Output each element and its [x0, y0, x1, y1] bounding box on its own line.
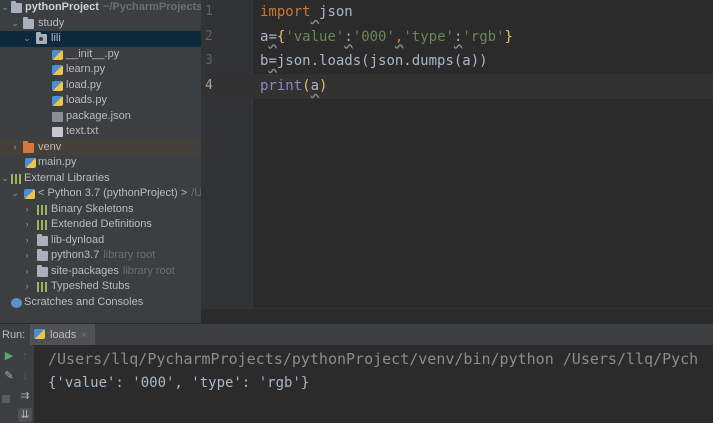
tree-item-label: < Python 3.7 (pythonProject) >/U [38, 187, 201, 199]
tree-item-venv[interactable]: › venv [0, 139, 201, 156]
scratches-icon [11, 297, 22, 308]
run-label: Run: [2, 329, 26, 341]
excluded-folder-icon [23, 140, 34, 153]
python-file-icon [52, 65, 63, 75]
tree-item-library[interactable]: › site-packages library root [0, 264, 201, 280]
tree-root-project[interactable]: ⌄ pythonProject~/PycharmProjects/p [0, 0, 201, 16]
tree-item-file[interactable]: __init__.py [0, 47, 201, 63]
rerun-icon[interactable]: ▶ [2, 349, 16, 363]
run-tab-loads[interactable]: loads × [30, 324, 96, 346]
tree-item-label: lili [51, 32, 61, 44]
json-file-icon [52, 111, 63, 122]
python-file-icon [34, 329, 45, 339]
python-sdk-icon [24, 189, 35, 199]
tree-item-python-sdk[interactable]: ⌄ < Python 3.7 (pythonProject) >/U [0, 186, 201, 202]
library-icon [37, 282, 47, 292]
tree-item-file[interactable]: learn.py [0, 62, 201, 78]
tree-item-file[interactable]: text.txt [0, 124, 201, 140]
tree-item-scratches[interactable]: Scratches and Consoles [0, 295, 201, 309]
tree-item-label: site-packages library root [51, 264, 175, 277]
wrench-icon[interactable]: ✎ [2, 369, 16, 383]
tree-item-file[interactable]: load.py [0, 78, 201, 94]
run-console[interactable]: /Users/llq/PycharmProjects/pythonProject… [34, 345, 713, 423]
line-number: 1 [205, 4, 213, 19]
tree-item-study[interactable]: ⌄ study [0, 16, 201, 32]
run-toolbar: Run: loads × [0, 323, 713, 346]
tree-item-label: pythonProject~/PycharmProjects/p [25, 1, 201, 13]
chevron-down-icon[interactable]: ⌄ [22, 31, 32, 47]
tree-footer [0, 308, 201, 323]
scroll-to-end-icon[interactable]: ⇊ [18, 408, 32, 422]
code-line-3[interactable]: b=json.loads(json.dumps(a)) [260, 49, 488, 74]
tree-item-main-py[interactable]: main.py [0, 155, 201, 171]
arrow-down-icon[interactable]: ↓ [18, 369, 32, 383]
soft-wrap-icon[interactable]: ⇉ [18, 389, 32, 403]
chevron-down-icon[interactable]: ⌄ [0, 0, 10, 16]
folder-icon [23, 16, 34, 29]
chevron-right-icon[interactable]: › [22, 279, 32, 295]
tree-item-library[interactable]: › Extended Definitions [0, 217, 201, 233]
library-icon [37, 220, 47, 230]
chevron-right-icon[interactable]: › [22, 264, 32, 280]
chevron-down-icon[interactable]: ⌄ [10, 16, 20, 32]
console-command: /Users/llq/PycharmProjects/pythonProject… [48, 350, 699, 368]
chevron-down-icon[interactable]: ⌄ [0, 171, 10, 187]
chevron-right-icon[interactable]: › [22, 248, 32, 264]
close-icon[interactable]: × [81, 330, 87, 341]
text-file-icon [52, 127, 63, 137]
python-file-icon [52, 80, 63, 91]
code-editor[interactable]: import json a={'value':'000','type':'rgb… [253, 0, 713, 323]
python-file-icon [52, 49, 63, 60]
tree-item-library[interactable]: › Binary Skeletons [0, 202, 201, 218]
library-icon [11, 173, 21, 184]
library-icon [37, 204, 47, 215]
tree-item-label: study [38, 16, 65, 29]
line-number-gutter: 1 2 3 4 [201, 0, 253, 323]
code-line-2[interactable]: a={'value':'000','type':'rgb'} [260, 25, 513, 50]
line-number: 3 [205, 53, 213, 68]
folder-icon [11, 1, 22, 13]
tree-item-file[interactable]: loads.py [0, 93, 201, 109]
line-number: 2 [205, 28, 213, 44]
tree-item-library[interactable]: › python3.7 library root [0, 248, 201, 264]
arrow-up-icon[interactable]: ↑ [18, 349, 32, 363]
chevron-right-icon[interactable]: › [22, 233, 32, 249]
code-line-4[interactable]: print(a) [260, 74, 327, 99]
python-file-icon [52, 96, 63, 106]
chevron-right-icon[interactable]: › [22, 202, 32, 218]
tree-item-library[interactable]: › Typeshed Stubs [0, 279, 201, 295]
python-file-icon [25, 158, 36, 168]
console-output: {'value': '000', 'type': 'rgb'} [48, 375, 310, 391]
code-line-1[interactable]: import json [260, 0, 353, 25]
chevron-right-icon[interactable]: › [10, 140, 20, 156]
package-folder-icon [36, 32, 47, 44]
tree-item-file[interactable]: package.json [0, 109, 201, 125]
tree-item-lili[interactable]: ⌄ lili [0, 31, 201, 47]
stop-icon[interactable] [2, 395, 10, 403]
tree-item-external-libraries[interactable]: ⌄ External Libraries [0, 171, 201, 187]
project-tree: ⌄ pythonProject~/PycharmProjects/p ⌄ stu… [0, 0, 201, 308]
chevron-down-icon[interactable]: ⌄ [10, 186, 20, 202]
tree-item-label: venv [38, 140, 62, 153]
folder-icon [37, 264, 48, 277]
run-tools: ▶ ↑ ✎ ↓ ⇉ ⇊ [0, 345, 34, 423]
line-number-current: 4 [201, 74, 253, 99]
folder-icon [37, 233, 48, 246]
tree-item-library[interactable]: › lib-dynload [0, 233, 201, 249]
folder-icon [37, 249, 48, 261]
editor-footer [201, 308, 713, 323]
tree-item-label: python3.7 library root [51, 249, 156, 261]
chevron-right-icon[interactable]: › [22, 217, 32, 233]
